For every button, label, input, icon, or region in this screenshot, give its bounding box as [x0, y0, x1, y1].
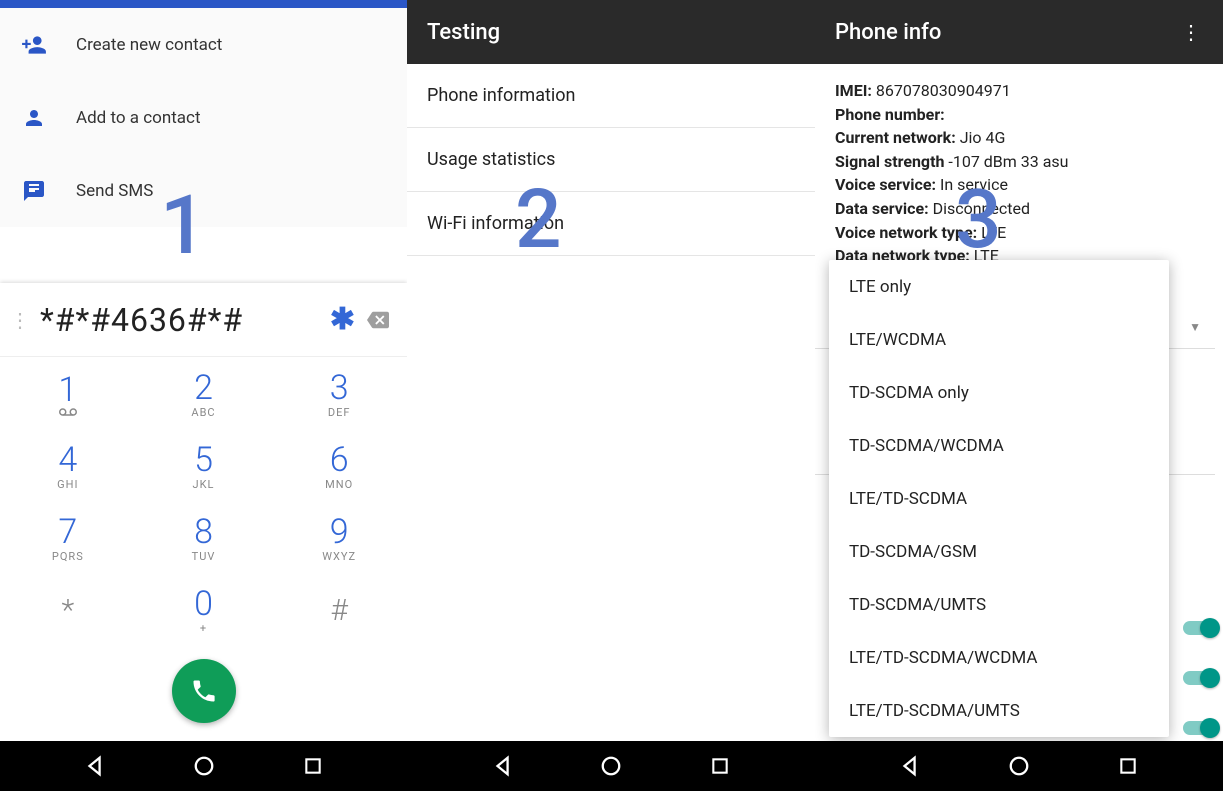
call-row — [0, 645, 407, 741]
current-network-value: Jio 4G — [960, 128, 1006, 147]
person-icon — [20, 104, 48, 132]
phone-information-item[interactable]: Phone information — [407, 64, 815, 128]
network-option[interactable]: LTE/TD-SCDMA/WCDMA — [829, 631, 1169, 684]
toggle-switch[interactable] — [1183, 668, 1217, 688]
key-7[interactable]: 7PQRS — [0, 501, 136, 573]
back-button[interactable] — [489, 752, 517, 780]
person-add-icon — [20, 31, 48, 59]
testing-title: Testing — [427, 20, 500, 45]
voice-network-value: LTE — [981, 223, 1006, 242]
android-nav-bar — [0, 741, 1223, 791]
phone-info-toolbar: Phone info ⋮ — [815, 0, 1223, 64]
signal-value: -107 dBm 33 asu — [948, 152, 1068, 171]
network-option[interactable]: TD-SCDMA only — [829, 366, 1169, 419]
toggle-switch[interactable] — [1183, 618, 1217, 638]
key-1[interactable]: 1 — [0, 357, 136, 429]
network-option[interactable]: TD-SCDMA/WCDMA — [829, 419, 1169, 472]
network-type-dropdown: LTE only LTE/WCDMA TD-SCDMA only TD-SCDM… — [829, 260, 1169, 737]
dial-display: ⋮ *#*#4636#*# ✱ — [0, 283, 407, 357]
network-option[interactable]: LTE/TD-SCDMA — [829, 472, 1169, 525]
back-button[interactable] — [81, 752, 109, 780]
call-button[interactable] — [172, 659, 236, 723]
panels-container: Create new contact Add to a contact Send… — [0, 0, 1223, 741]
dialpad: 1 2ABC 3DEF 4GHI 5JKL 6MNO 7PQRS 8TUV 9W… — [0, 357, 407, 645]
dialpad-container: ⋮ *#*#4636#*# ✱ 1 2ABC 3DEF 4GHI 5JKL 6M… — [0, 283, 407, 741]
create-contact-label: Create new contact — [76, 35, 222, 55]
home-button[interactable] — [597, 752, 625, 780]
key-6[interactable]: 6MNO — [271, 429, 407, 501]
dial-menu-button[interactable]: ⋮ — [0, 308, 40, 332]
testing-toolbar: Testing — [407, 0, 815, 64]
phone-icon — [190, 677, 218, 705]
key-9[interactable]: 9WXYZ — [271, 501, 407, 573]
panel-testing: Testing Phone information Usage statisti… — [407, 0, 815, 741]
backspace-button[interactable] — [363, 309, 407, 331]
toggle-switch[interactable] — [1183, 718, 1217, 738]
asterisk-icon: ✱ — [330, 302, 355, 337]
dropdown-caret-icon[interactable]: ▼ — [1189, 320, 1201, 334]
recents-button[interactable] — [706, 752, 734, 780]
key-5[interactable]: 5JKL — [136, 429, 272, 501]
wifi-information-item[interactable]: Wi-Fi information — [407, 192, 815, 256]
add-to-contact-label: Add to a contact — [76, 108, 201, 128]
network-option[interactable]: LTE/WCDMA — [829, 313, 1169, 366]
home-button[interactable] — [1005, 752, 1033, 780]
network-option[interactable]: LTE only — [829, 260, 1169, 313]
message-icon — [20, 177, 48, 205]
panel-phone-info: Phone info ⋮ IMEI: 867078030904971 Phone… — [815, 0, 1223, 741]
recents-button[interactable] — [1114, 752, 1142, 780]
create-contact-item[interactable]: Create new contact — [0, 8, 407, 81]
recents-button[interactable] — [299, 752, 327, 780]
data-service-value: Disconnected — [933, 199, 1030, 218]
status-bar-accent — [0, 0, 407, 8]
network-option[interactable]: TD-SCDMA/GSM — [829, 525, 1169, 578]
network-option[interactable]: LTE/TD-SCDMA/UMTS — [829, 684, 1169, 737]
key-3[interactable]: 3DEF — [271, 357, 407, 429]
overflow-menu-button[interactable]: ⋮ — [1179, 20, 1203, 44]
phone-info-title: Phone info — [835, 20, 941, 45]
home-button[interactable] — [190, 752, 218, 780]
panel-dialer: Create new contact Add to a contact Send… — [0, 0, 407, 741]
add-to-contact-item[interactable]: Add to a contact — [0, 81, 407, 154]
dialed-number: *#*#4636#*# — [40, 301, 330, 339]
key-0[interactable]: 0+ — [136, 573, 272, 645]
network-option[interactable]: TD-SCDMA/UMTS — [829, 578, 1169, 631]
key-4[interactable]: 4GHI — [0, 429, 136, 501]
imei-value: 867078030904971 — [876, 81, 1011, 100]
usage-statistics-item[interactable]: Usage statistics — [407, 128, 815, 192]
key-hash[interactable]: # — [271, 573, 407, 645]
key-2[interactable]: 2ABC — [136, 357, 272, 429]
key-star[interactable]: * — [0, 573, 136, 645]
back-button[interactable] — [896, 752, 924, 780]
voicemail-icon — [59, 408, 77, 416]
send-sms-label: Send SMS — [76, 181, 153, 201]
key-8[interactable]: 8TUV — [136, 501, 272, 573]
contact-actions-list: Create new contact Add to a contact Send… — [0, 8, 407, 227]
send-sms-item[interactable]: Send SMS — [0, 154, 407, 227]
voice-service-value: In service — [940, 175, 1008, 194]
